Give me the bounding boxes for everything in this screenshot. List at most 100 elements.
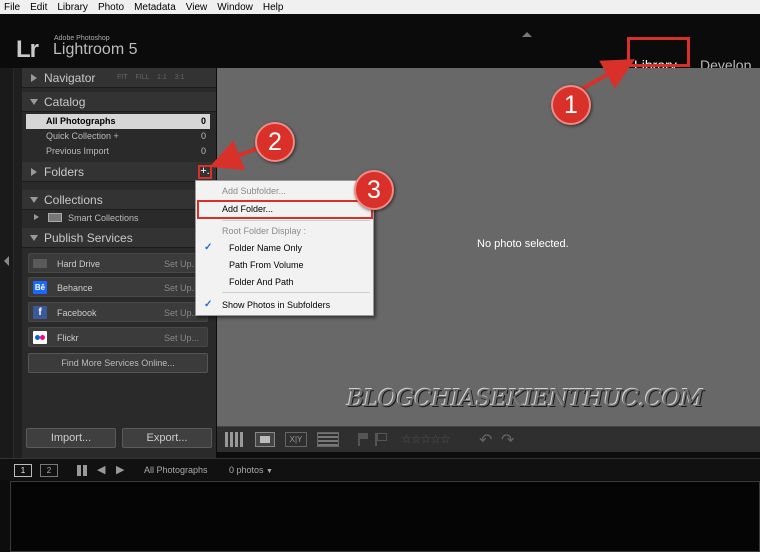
step-2-badge: 2 bbox=[255, 122, 295, 162]
watermark: BLOGCHIASEKIENTHUC.COM bbox=[347, 386, 704, 412]
service-setup-link[interactable]: Set Up... bbox=[164, 283, 199, 293]
menu-library[interactable]: Library bbox=[57, 2, 88, 13]
service-setup-link[interactable]: Set Up... bbox=[164, 333, 199, 343]
add-folder-highlight-box bbox=[197, 200, 373, 219]
service-facebook[interactable]: f Facebook Set Up... bbox=[28, 302, 208, 322]
menu-item-add-subfolder[interactable]: Add Subfolder... bbox=[196, 183, 373, 199]
panel-publish-services[interactable]: Publish Services bbox=[22, 228, 216, 248]
menu-help[interactable]: Help bbox=[263, 2, 284, 13]
find-more-services-button[interactable]: Find More Services Online... bbox=[28, 353, 208, 373]
photo-count-label: 0 photos bbox=[229, 465, 264, 475]
secondary-display-button[interactable]: 2 bbox=[40, 464, 58, 477]
step-3-badge: 3 bbox=[354, 170, 394, 210]
menu-metadata[interactable]: Metadata bbox=[134, 2, 176, 13]
service-hard-drive[interactable]: Hard Drive Set Up... bbox=[28, 253, 208, 273]
library-highlight-box bbox=[627, 37, 690, 67]
loupe-view-icon[interactable] bbox=[255, 432, 275, 447]
menu-view[interactable]: View bbox=[186, 2, 208, 13]
back-arrow-icon[interactable]: ◀ bbox=[97, 463, 105, 476]
menu-item-label: Folder Name Only bbox=[229, 243, 303, 253]
import-button[interactable]: Import... bbox=[26, 428, 116, 448]
step-1-badge: 1 bbox=[551, 85, 591, 125]
export-button[interactable]: Export... bbox=[122, 428, 212, 448]
menu-file[interactable]: File bbox=[4, 2, 20, 13]
service-name: Flickr bbox=[57, 333, 79, 343]
primary-display-button[interactable]: 1 bbox=[14, 464, 32, 477]
service-flickr[interactable]: Flickr Set Up... bbox=[28, 327, 208, 347]
menu-item-folder-name-only[interactable]: ✓ Folder Name Only bbox=[196, 240, 373, 256]
menu-item-label: Show Photos in Subfolders bbox=[222, 300, 331, 310]
panel-navigator[interactable]: Navigator FIT FILL 1:1 3:1 bbox=[22, 68, 216, 88]
menu-item-label: Path From Volume bbox=[229, 260, 304, 270]
filmstrip-source[interactable]: All Photographs bbox=[144, 465, 208, 475]
forward-arrow-icon[interactable]: ▶ bbox=[116, 463, 124, 476]
catalog-item-label: Quick Collection + bbox=[46, 131, 119, 141]
collapse-left-icon[interactable] bbox=[4, 256, 9, 266]
panel-catalog[interactable]: Catalog bbox=[22, 92, 216, 112]
service-behance[interactable]: Bē Behance Set Up... bbox=[28, 277, 208, 297]
toolbar: X|Y ☆☆☆☆☆ ↶ ↷ bbox=[217, 426, 760, 452]
menu-photo[interactable]: Photo bbox=[98, 2, 124, 13]
rotate-left-icon[interactable]: ↶ bbox=[479, 430, 492, 450]
collections-title: Collections bbox=[44, 193, 103, 207]
catalog-item-previous-import[interactable]: Previous Import 0 bbox=[26, 144, 210, 159]
product-name: Lightroom 5 bbox=[53, 41, 138, 58]
rotate-right-icon[interactable]: ↷ bbox=[501, 430, 514, 450]
service-name: Behance bbox=[57, 283, 93, 293]
smart-collections-row[interactable]: Smart Collections bbox=[26, 211, 210, 225]
service-name: Hard Drive bbox=[57, 259, 101, 269]
panel-collections[interactable]: Collections bbox=[22, 190, 216, 210]
grid-view-icon[interactable] bbox=[225, 432, 245, 447]
add-folder-plus-icon[interactable]: +. bbox=[198, 165, 212, 179]
reject-flag-icon[interactable] bbox=[375, 433, 387, 446]
compare-view-icon[interactable]: X|Y bbox=[285, 432, 307, 447]
filmstrip[interactable] bbox=[10, 481, 760, 552]
checkmark-icon: ✓ bbox=[204, 299, 213, 310]
navigator-title: Navigator bbox=[44, 71, 96, 85]
checkmark-icon: ✓ bbox=[204, 242, 213, 253]
behance-icon: Bē bbox=[33, 281, 47, 294]
menu-divider bbox=[222, 292, 370, 293]
survey-view-icon[interactable] bbox=[317, 432, 339, 447]
navigator-zoom-options[interactable]: FIT FILL 1:1 3:1 bbox=[117, 74, 184, 81]
flickr-icon bbox=[33, 331, 47, 344]
collapse-icon bbox=[30, 235, 38, 241]
catalog-item-count: 0 bbox=[200, 146, 206, 156]
menu-window[interactable]: Window bbox=[217, 2, 253, 13]
publish-services-title: Publish Services bbox=[44, 231, 133, 245]
folders-title: Folders bbox=[44, 165, 85, 179]
catalog-item-count: 0 bbox=[200, 116, 206, 126]
menu-item-show-photos-in-subfolders[interactable]: ✓ Show Photos in Subfolders bbox=[196, 297, 373, 313]
grid-icon[interactable] bbox=[77, 465, 88, 476]
menu-item-folder-and-path[interactable]: Folder And Path bbox=[196, 274, 373, 290]
menu-item-path-from-volume[interactable]: Path From Volume bbox=[196, 257, 373, 273]
menu-item-label: Folder And Path bbox=[229, 277, 294, 287]
menu-edit[interactable]: Edit bbox=[30, 2, 47, 13]
collapse-icon bbox=[30, 99, 38, 105]
collapse-icon bbox=[30, 197, 38, 203]
pick-flag-icon[interactable] bbox=[358, 433, 368, 446]
smart-collection-folder-icon bbox=[48, 213, 62, 222]
catalog-item-quick-collection[interactable]: Quick Collection + 0 bbox=[26, 129, 210, 144]
menubar: File Edit Library Photo Metadata View Wi… bbox=[0, 0, 760, 14]
no-photo-message: No photo selected. bbox=[477, 238, 569, 250]
panel-folders[interactable]: Folders bbox=[22, 162, 216, 182]
catalog-item-all-photographs[interactable]: All Photographs 0 bbox=[26, 114, 210, 129]
service-setup-link[interactable]: Set Up... bbox=[164, 308, 199, 318]
hard-drive-icon bbox=[33, 259, 47, 268]
menu-divider bbox=[222, 220, 370, 221]
smart-collections-label: Smart Collections bbox=[68, 213, 139, 223]
catalog-item-label: All Photographs bbox=[46, 116, 116, 126]
photo-count[interactable]: 0 photos ▼ bbox=[229, 465, 273, 475]
expand-icon bbox=[31, 74, 37, 82]
catalog-item-label: Previous Import bbox=[46, 146, 110, 156]
menu-item-label: Add Subfolder... bbox=[222, 186, 287, 196]
left-panel-edge[interactable] bbox=[0, 68, 14, 458]
expand-icon[interactable] bbox=[34, 214, 39, 220]
collapse-top-icon[interactable] bbox=[522, 32, 532, 37]
service-setup-link[interactable]: Set Up... bbox=[164, 259, 199, 269]
service-name: Facebook bbox=[57, 308, 97, 318]
dropdown-icon: ▼ bbox=[266, 468, 273, 475]
expand-icon bbox=[31, 168, 37, 176]
star-rating[interactable]: ☆☆☆☆☆ bbox=[401, 432, 451, 446]
